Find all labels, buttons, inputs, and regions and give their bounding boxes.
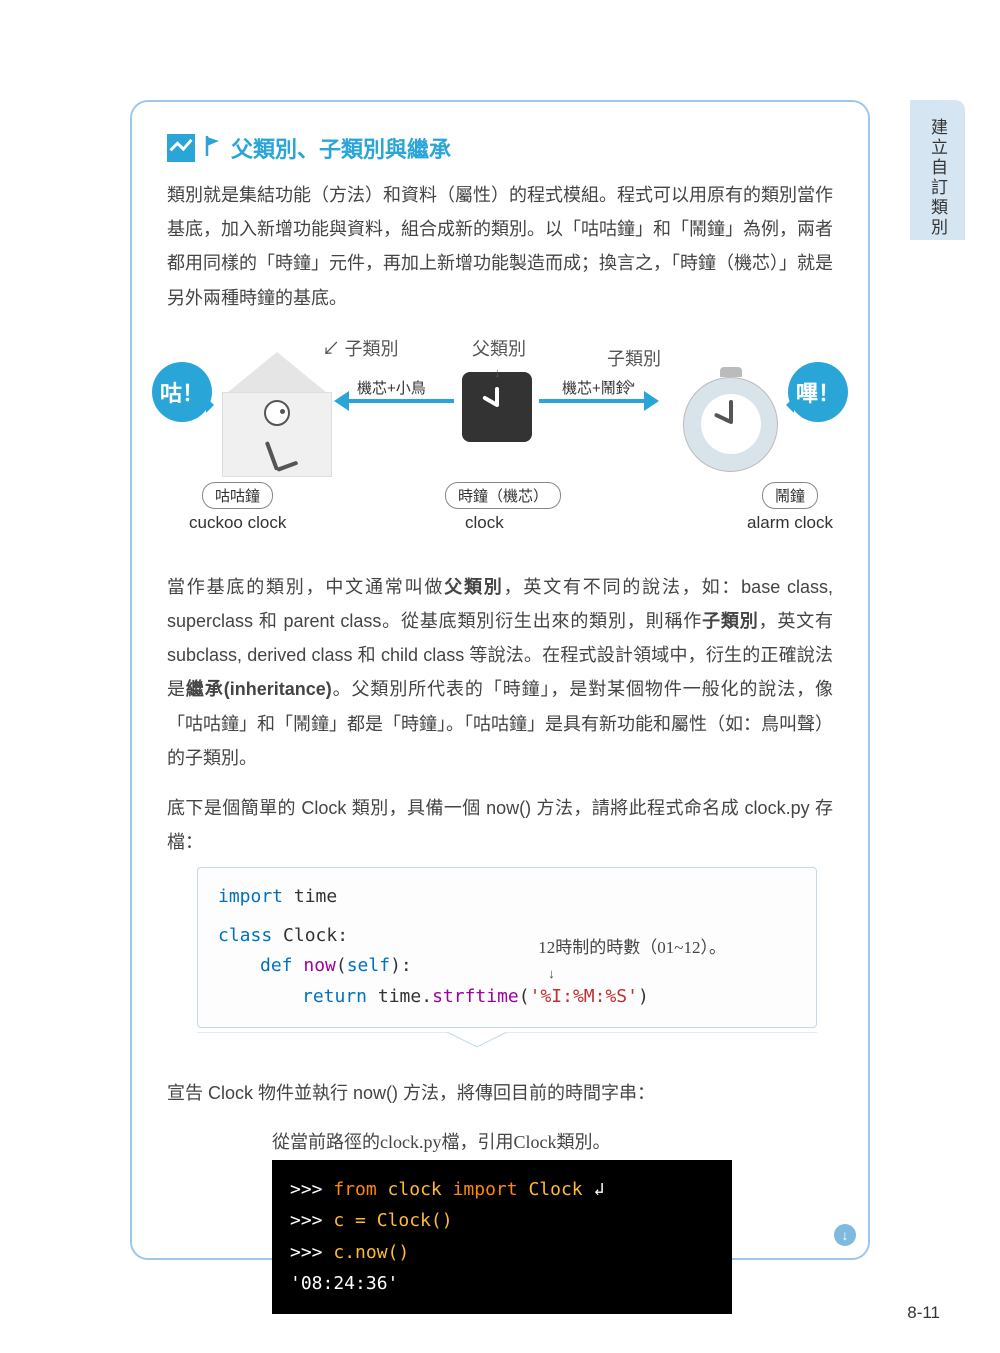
side-chapter-tab: 建立自訂類別 xyxy=(910,100,965,240)
chart-icon xyxy=(167,134,195,162)
side-chapter-label: 建立自訂類別 xyxy=(925,118,950,238)
pill-label-center: 時鐘（機芯） xyxy=(445,482,561,509)
pill-label-left: 咕咕鐘 xyxy=(202,482,273,509)
terminal-block: >>> from clock import Clock ↲ >>> c = Cl… xyxy=(272,1160,732,1314)
cuckoo-clock-icon xyxy=(222,352,332,477)
alarm-clock-icon xyxy=(683,362,783,472)
english-label-right: alarm clock xyxy=(747,513,833,533)
section-title-text: 父類別、子類別與繼承 xyxy=(231,132,451,164)
flag-icon xyxy=(205,136,221,161)
hand-label-left: ↙ 子類別 xyxy=(322,335,399,361)
terminal-wrapper: >>> from clock import Clock ↲ >>> c = Cl… xyxy=(272,1160,732,1314)
speech-bubble-right: 嗶！ xyxy=(788,362,848,422)
hand-label-right: 子類別↘ xyxy=(607,345,661,392)
speech-bubble-left: 咕！ xyxy=(152,362,212,422)
english-label-center: clock xyxy=(465,513,504,533)
paragraph-3: 底下是個簡單的 Clock 類別，具備一個 now() 方法，請將此程式命名成 … xyxy=(167,791,833,859)
paragraph-2: 當作基底的類別，中文通常叫做父類別，英文有不同的說法，如：base class,… xyxy=(167,570,833,775)
code-continuation-icon xyxy=(197,1032,817,1052)
code-annotation-1: 12時制的時數（01~12）。 ↓ xyxy=(538,934,726,985)
arrow-label-left: 機芯+小鳥 xyxy=(357,377,426,398)
page-number: 8-11 xyxy=(907,1303,940,1323)
class-inheritance-diagram: 咕！ 嗶！ 機芯+小鳥 機芯+鬧鈴 ↙ 子類別 父類別↓ 子類別↘ 咕咕鐘 時鐘… xyxy=(167,337,833,542)
clock-icon xyxy=(462,372,532,442)
arrow-left-icon xyxy=(339,399,454,403)
english-label-left: cuckoo clock xyxy=(189,513,286,533)
hand-label-center: 父類別↓ xyxy=(472,335,526,382)
page-content-panel: 父類別、子類別與繼承 類別就是集結功能（方法）和資料（屬性）的程式模組。程式可以… xyxy=(130,100,870,1260)
pill-label-right: 鬧鐘 xyxy=(762,482,818,509)
section-header: 父類別、子類別與繼承 xyxy=(167,132,833,164)
paragraph-1: 類別就是集結功能（方法）和資料（屬性）的程式模組。程式可以用原有的類別當作基底，… xyxy=(167,178,833,315)
arrow-right-icon xyxy=(539,399,654,403)
paragraph-4: 宣告 Clock 物件並執行 now() 方法，將傳回目前的時間字串： xyxy=(167,1076,833,1110)
code-block-clock-class: import time class Clock: def now(self): … xyxy=(197,867,817,1027)
page-down-icon: ↓ xyxy=(834,1224,856,1246)
terminal-annotation: 從當前路徑的clock.py檔，引用Clock類別。 xyxy=(272,1128,833,1154)
